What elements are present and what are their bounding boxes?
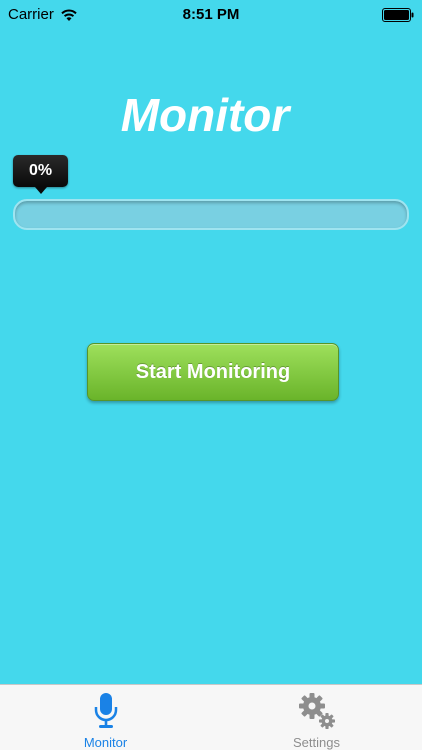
- progress-percent-tooltip: 0%: [13, 155, 68, 194]
- tab-label-monitor: Monitor: [83, 735, 128, 750]
- tab-label-settings: Settings: [293, 735, 340, 750]
- tab-bar: Monitor Settings: [0, 684, 422, 750]
- progress-bar: [13, 199, 409, 230]
- gears-icon: [298, 693, 335, 729]
- microphone-icon: [94, 693, 117, 728]
- tab-settings[interactable]: Settings: [211, 685, 422, 750]
- start-monitoring-button[interactable]: Start Monitoring: [87, 343, 339, 401]
- battery-icon: [382, 8, 414, 22]
- status-time: 8:51 PM: [182, 6, 240, 23]
- page-title: Monitor: [120, 89, 290, 141]
- status-bar: Carrier 8:51 PM: [0, 0, 422, 30]
- tab-monitor[interactable]: Monitor: [0, 685, 211, 750]
